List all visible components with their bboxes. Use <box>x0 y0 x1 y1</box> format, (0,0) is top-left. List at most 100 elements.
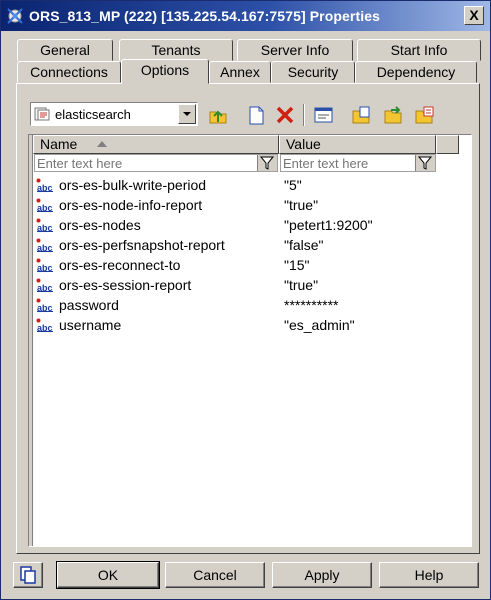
new-button[interactable] <box>245 104 267 126</box>
tab-dependency[interactable]: Dependency <box>355 61 477 83</box>
string-option-icon: abc <box>36 218 53 232</box>
delete-icon <box>276 106 294 124</box>
table-row[interactable]: abc password ********** <box>33 295 469 315</box>
table-row[interactable]: abc ors-es-node-info-report "true" <box>33 195 469 215</box>
close-button[interactable]: X <box>464 6 484 25</box>
column-header-label: Name <box>40 136 78 152</box>
help-button[interactable]: Help <box>379 562 479 588</box>
string-option-icon: abc <box>36 278 53 292</box>
export-icon <box>384 106 402 124</box>
string-option-icon: abc <box>36 298 53 312</box>
string-option-icon: abc <box>36 238 53 252</box>
import-button[interactable] <box>414 104 436 126</box>
new-icon <box>249 106 264 125</box>
option-name: ors-es-nodes <box>59 217 141 233</box>
tab-label: Options <box>140 62 190 78</box>
option-value: "es_admin" <box>284 317 355 333</box>
string-option-icon: abc <box>36 258 53 272</box>
option-name: username <box>59 317 122 333</box>
table-row[interactable]: abc username "es_admin" <box>33 315 469 335</box>
table-row[interactable]: abc ors-es-nodes "petert1:9200" <box>33 215 469 235</box>
option-name: password <box>59 297 119 313</box>
tab-server-info[interactable]: Server Info <box>237 39 353 61</box>
clipboard-icon <box>20 566 36 584</box>
tab-label: Dependency <box>376 64 456 80</box>
dropdown-arrow[interactable] <box>178 104 196 124</box>
tab-annex[interactable]: Annex <box>209 61 271 83</box>
svg-text:abc: abc <box>37 303 53 312</box>
table-row[interactable]: abc ors-es-session-report "true" <box>33 275 469 295</box>
string-option-icon: abc <box>36 178 53 192</box>
option-value: ********** <box>284 297 339 313</box>
svg-text:abc: abc <box>37 243 53 252</box>
option-value: "true" <box>284 277 319 293</box>
tab-options[interactable]: Options <box>121 59 209 84</box>
option-value: "true" <box>284 197 319 213</box>
window-title: ORS_813_MP (222) [135.225.54.167:7575] P… <box>29 8 380 24</box>
option-value: "5" <box>284 177 302 193</box>
ok-label: OK <box>97 567 119 583</box>
edit-button[interactable] <box>313 104 335 126</box>
tab-label: Annex <box>220 64 260 80</box>
tab-tenants[interactable]: Tenants <box>119 39 233 61</box>
title-bar[interactable]: ORS_813_MP (222) [135.225.54.167:7575] P… <box>1 1 490 31</box>
string-option-icon: abc <box>36 318 53 332</box>
option-name: ors-es-perfsnapshot-report <box>59 237 225 253</box>
edit-icon <box>314 107 333 123</box>
tab-label: Security <box>287 64 339 80</box>
tab-label: Connections <box>30 64 108 80</box>
table-row[interactable]: abc ors-es-perfsnapshot-report "false" <box>33 235 469 255</box>
tab-connections[interactable]: Connections <box>17 61 121 83</box>
column-header-value[interactable]: Value <box>279 135 436 154</box>
svg-text:abc: abc <box>37 203 53 212</box>
option-name: ors-es-node-info-report <box>59 197 203 213</box>
table-row[interactable]: abc ors-es-bulk-write-period "5" <box>33 175 469 195</box>
tab-start-info[interactable]: Start Info <box>357 39 481 61</box>
column-header-name[interactable]: Name <box>33 135 279 154</box>
table-row[interactable]: abc ors-es-reconnect-to "15" <box>33 255 469 275</box>
filter-icon <box>259 156 275 170</box>
value-filter-field[interactable] <box>280 154 436 172</box>
string-option-icon: abc <box>36 198 53 212</box>
value-filter-button[interactable] <box>415 155 435 171</box>
up-level-icon <box>209 110 227 124</box>
tab-general[interactable]: General <box>17 39 113 61</box>
apply-label: Apply <box>304 567 340 583</box>
up-level-button[interactable] <box>207 104 229 126</box>
delete-button[interactable] <box>274 104 296 126</box>
apply-button[interactable]: Apply <box>272 562 372 588</box>
option-name: ors-es-reconnect-to <box>59 257 181 273</box>
cancel-button[interactable]: Cancel <box>165 562 265 588</box>
copy-to-clipboard-button[interactable] <box>13 562 43 588</box>
filter-icon <box>417 156 433 170</box>
svg-text:abc: abc <box>37 283 53 292</box>
svg-text:abc: abc <box>37 323 53 332</box>
help-label: Help <box>414 567 444 583</box>
tab-label: Server Info <box>260 42 330 58</box>
tab-security[interactable]: Security <box>271 61 355 83</box>
svg-text:abc: abc <box>37 223 53 232</box>
options-grid: Name Value Enter text here Enter text he… <box>28 134 472 547</box>
chevron-down-icon <box>183 112 191 116</box>
section-icon <box>34 107 50 121</box>
close-icon: X <box>469 7 479 23</box>
name-filter-button[interactable] <box>257 155 277 171</box>
copy-button[interactable] <box>351 104 373 126</box>
tab-label: Start Info <box>390 42 448 58</box>
name-filter-field[interactable] <box>34 154 278 172</box>
name-filter-input[interactable] <box>37 156 253 170</box>
properties-window: ORS_813_MP (222) [135.225.54.167:7575] P… <box>0 0 491 600</box>
application-icon <box>7 8 23 24</box>
cancel-label: Cancel <box>193 567 237 583</box>
option-name: ors-es-bulk-write-period <box>59 177 207 193</box>
value-filter-input[interactable] <box>283 156 411 170</box>
import-icon <box>415 106 434 124</box>
column-header-filler <box>436 135 459 154</box>
export-button[interactable] <box>383 104 405 126</box>
section-select[interactable]: elasticsearch <box>30 102 198 126</box>
ok-button[interactable]: OK <box>56 561 160 589</box>
toolbar-separator <box>303 104 305 126</box>
column-header-label: Value <box>286 136 321 152</box>
section-select-value: elasticsearch <box>55 107 131 122</box>
option-value: "false" <box>284 237 324 253</box>
